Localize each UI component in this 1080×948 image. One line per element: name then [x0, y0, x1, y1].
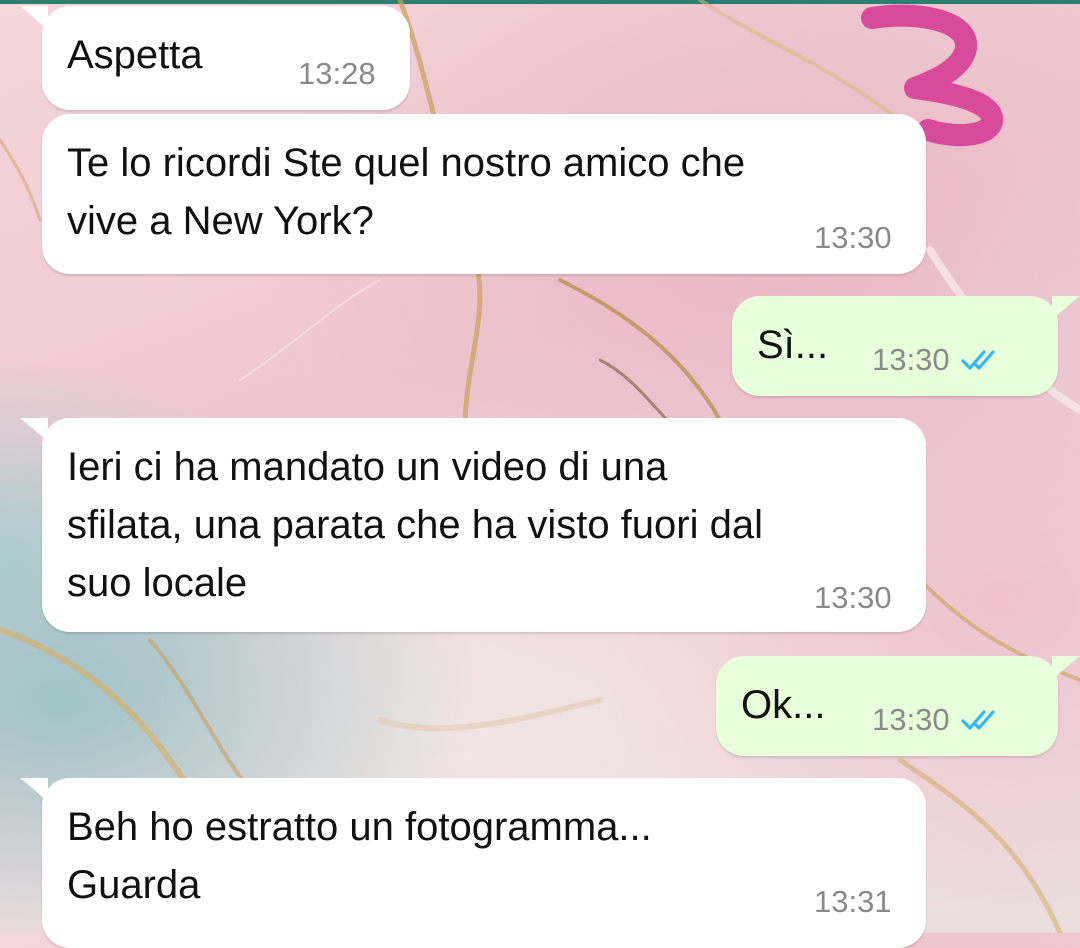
message-timestamp: 13:28 [298, 56, 376, 91]
bubble-tail [1052, 656, 1080, 680]
message-text: Te lo ricordi Ste quel nostro amico che … [67, 141, 746, 243]
message-timestamp: 13:30 [814, 580, 892, 615]
double-check-icon [960, 710, 995, 730]
message-text: Ok... [741, 683, 826, 727]
message-text: Beh ho estratto un fotogramma... Guarda [67, 805, 652, 907]
message-time: 13:30 [872, 702, 1004, 738]
bubble-tail [20, 418, 48, 442]
message-bubble-outgoing[interactable]: Sì... 13:30 [732, 296, 1080, 396]
message-bubble-incoming[interactable]: Ieri ci ha mandato un video di una sfila… [20, 418, 926, 632]
message-timestamp: 13:30 [872, 702, 950, 737]
message-time: 13:30 [872, 342, 1004, 378]
bubble-tail [20, 6, 48, 30]
message-time: 13:30 [814, 580, 892, 616]
message-timestamp: 13:30 [872, 342, 950, 377]
message-time: 13:28 [298, 56, 376, 92]
message-time: 13:30 [814, 220, 892, 256]
bubble-tail [20, 778, 48, 802]
message-text: Aspetta [67, 33, 203, 77]
message-text: Ieri ci ha mandato un video di una sfila… [67, 445, 763, 605]
bubble-tail [1052, 296, 1080, 320]
message-time: 13:31 [814, 884, 892, 920]
double-check-icon [960, 350, 995, 370]
message-text: Sì... [757, 323, 829, 367]
message-timestamp: 13:31 [814, 884, 892, 919]
message-bubble-incoming[interactable]: Beh ho estratto un fotogramma... Guarda … [20, 778, 926, 948]
message-bubble-outgoing[interactable]: Ok... 13:30 [716, 656, 1080, 756]
message-timestamp: 13:30 [814, 220, 892, 255]
message-bubble-incoming[interactable]: Aspetta 13:28 [20, 6, 410, 110]
message-bubble-incoming[interactable]: Te lo ricordi Ste quel nostro amico che … [42, 114, 926, 274]
